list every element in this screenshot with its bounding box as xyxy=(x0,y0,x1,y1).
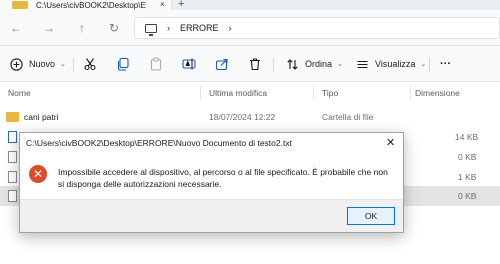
column-divider[interactable] xyxy=(200,86,201,100)
delete-button[interactable] xyxy=(247,55,263,73)
paste-button[interactable] xyxy=(148,55,164,73)
rename-button[interactable] xyxy=(181,55,197,73)
item-type: Cartella di file xyxy=(322,112,374,122)
sort-button[interactable]: Ordina ⌄ xyxy=(284,55,343,73)
add-circle-icon xyxy=(8,56,24,72)
folder-icon xyxy=(6,112,19,122)
item-size: 14 KB xyxy=(455,132,479,142)
column-header-modified[interactable]: Ultima modifica xyxy=(209,85,267,101)
error-icon: ✕ xyxy=(29,165,47,183)
text-file-icon xyxy=(8,151,17,163)
tab-explorer[interactable]: C:\Users\civBOOK2\Desktop\E × xyxy=(0,0,172,10)
dialog-footer: OK xyxy=(20,199,403,232)
sort-label: Ordina xyxy=(305,59,333,69)
dialog-title: C:\Users\civBOOK2\Desktop\ERRORE\Nuovo D… xyxy=(26,138,292,148)
column-header-size[interactable]: Dimensione xyxy=(415,85,460,101)
share-icon xyxy=(214,56,230,72)
breadcrumb-folder[interactable]: ERRORE xyxy=(180,23,219,33)
chevron-down-icon: ⌄ xyxy=(60,61,66,68)
ok-button[interactable]: OK xyxy=(347,207,395,225)
share-button[interactable] xyxy=(214,55,230,73)
column-divider[interactable] xyxy=(410,86,411,100)
pc-icon xyxy=(145,23,157,36)
sort-icon xyxy=(284,56,300,72)
trash-icon xyxy=(247,56,263,72)
new-button[interactable]: Nuovo ⌄ xyxy=(8,55,66,73)
rename-icon xyxy=(181,56,197,72)
new-tab-icon[interactable]: + xyxy=(178,0,184,10)
tab-bar: C:\Users\civBOOK2\Desktop\E × + xyxy=(0,0,500,10)
folder-icon xyxy=(12,1,28,9)
scissors-icon xyxy=(82,56,98,72)
divider xyxy=(273,58,274,72)
view-list-icon xyxy=(354,56,370,72)
view-button[interactable]: Visualizza ⌄ xyxy=(354,55,426,73)
chevron-down-icon: ⌄ xyxy=(420,61,427,68)
clipboard-icon xyxy=(148,56,164,72)
column-header-name[interactable]: Nome xyxy=(8,85,31,101)
address-bar-row: ← → ↑ ↻ › ERRORE › xyxy=(0,10,500,46)
breadcrumb-separator: › xyxy=(167,23,170,33)
list-item[interactable]: cani patri 18/07/2024 12:22 Cartella di … xyxy=(0,107,500,127)
document-icon xyxy=(8,131,17,143)
item-size: 1 KB xyxy=(458,172,477,182)
dialog-message: Impossibile accedere al dispositivo, al … xyxy=(58,167,388,189)
view-label: Visualizza xyxy=(375,59,416,69)
tab-close-icon[interactable]: × xyxy=(160,0,165,9)
item-name: cani patri xyxy=(24,112,59,122)
divider xyxy=(73,58,74,72)
item-size: 0 KB xyxy=(458,152,477,162)
new-label: Nuovo xyxy=(29,59,56,69)
error-dialog: C:\Users\civBOOK2\Desktop\ERRORE\Nuovo D… xyxy=(19,132,404,233)
text-file-icon xyxy=(8,190,17,202)
item-date: 18/07/2024 12:22 xyxy=(209,112,276,122)
cut-button[interactable] xyxy=(82,55,98,73)
close-icon[interactable]: ✕ xyxy=(386,136,395,149)
more-options-button[interactable]: ··· xyxy=(440,55,451,73)
column-divider[interactable] xyxy=(313,86,314,100)
text-file-icon xyxy=(8,171,17,183)
divider xyxy=(429,58,430,72)
address-bar[interactable]: › ERRORE › xyxy=(134,17,500,39)
command-bar: Nuovo ⌄ Ordina ⌄ Visualizza ⌄ ··· xyxy=(0,46,500,82)
item-size: 0 KB xyxy=(458,191,477,201)
tab-title: C:\Users\civBOOK2\Desktop\E xyxy=(36,0,146,10)
up-icon[interactable]: ↑ xyxy=(74,20,90,36)
copy-button[interactable] xyxy=(115,55,131,73)
column-header-type[interactable]: Tipo xyxy=(322,85,338,101)
refresh-icon[interactable]: ↻ xyxy=(106,20,122,36)
chevron-down-icon: ⌄ xyxy=(337,61,343,68)
copy-icon xyxy=(115,56,131,72)
back-icon[interactable]: ← xyxy=(8,20,24,36)
breadcrumb-separator: › xyxy=(228,23,232,33)
forward-icon[interactable]: → xyxy=(41,20,57,36)
